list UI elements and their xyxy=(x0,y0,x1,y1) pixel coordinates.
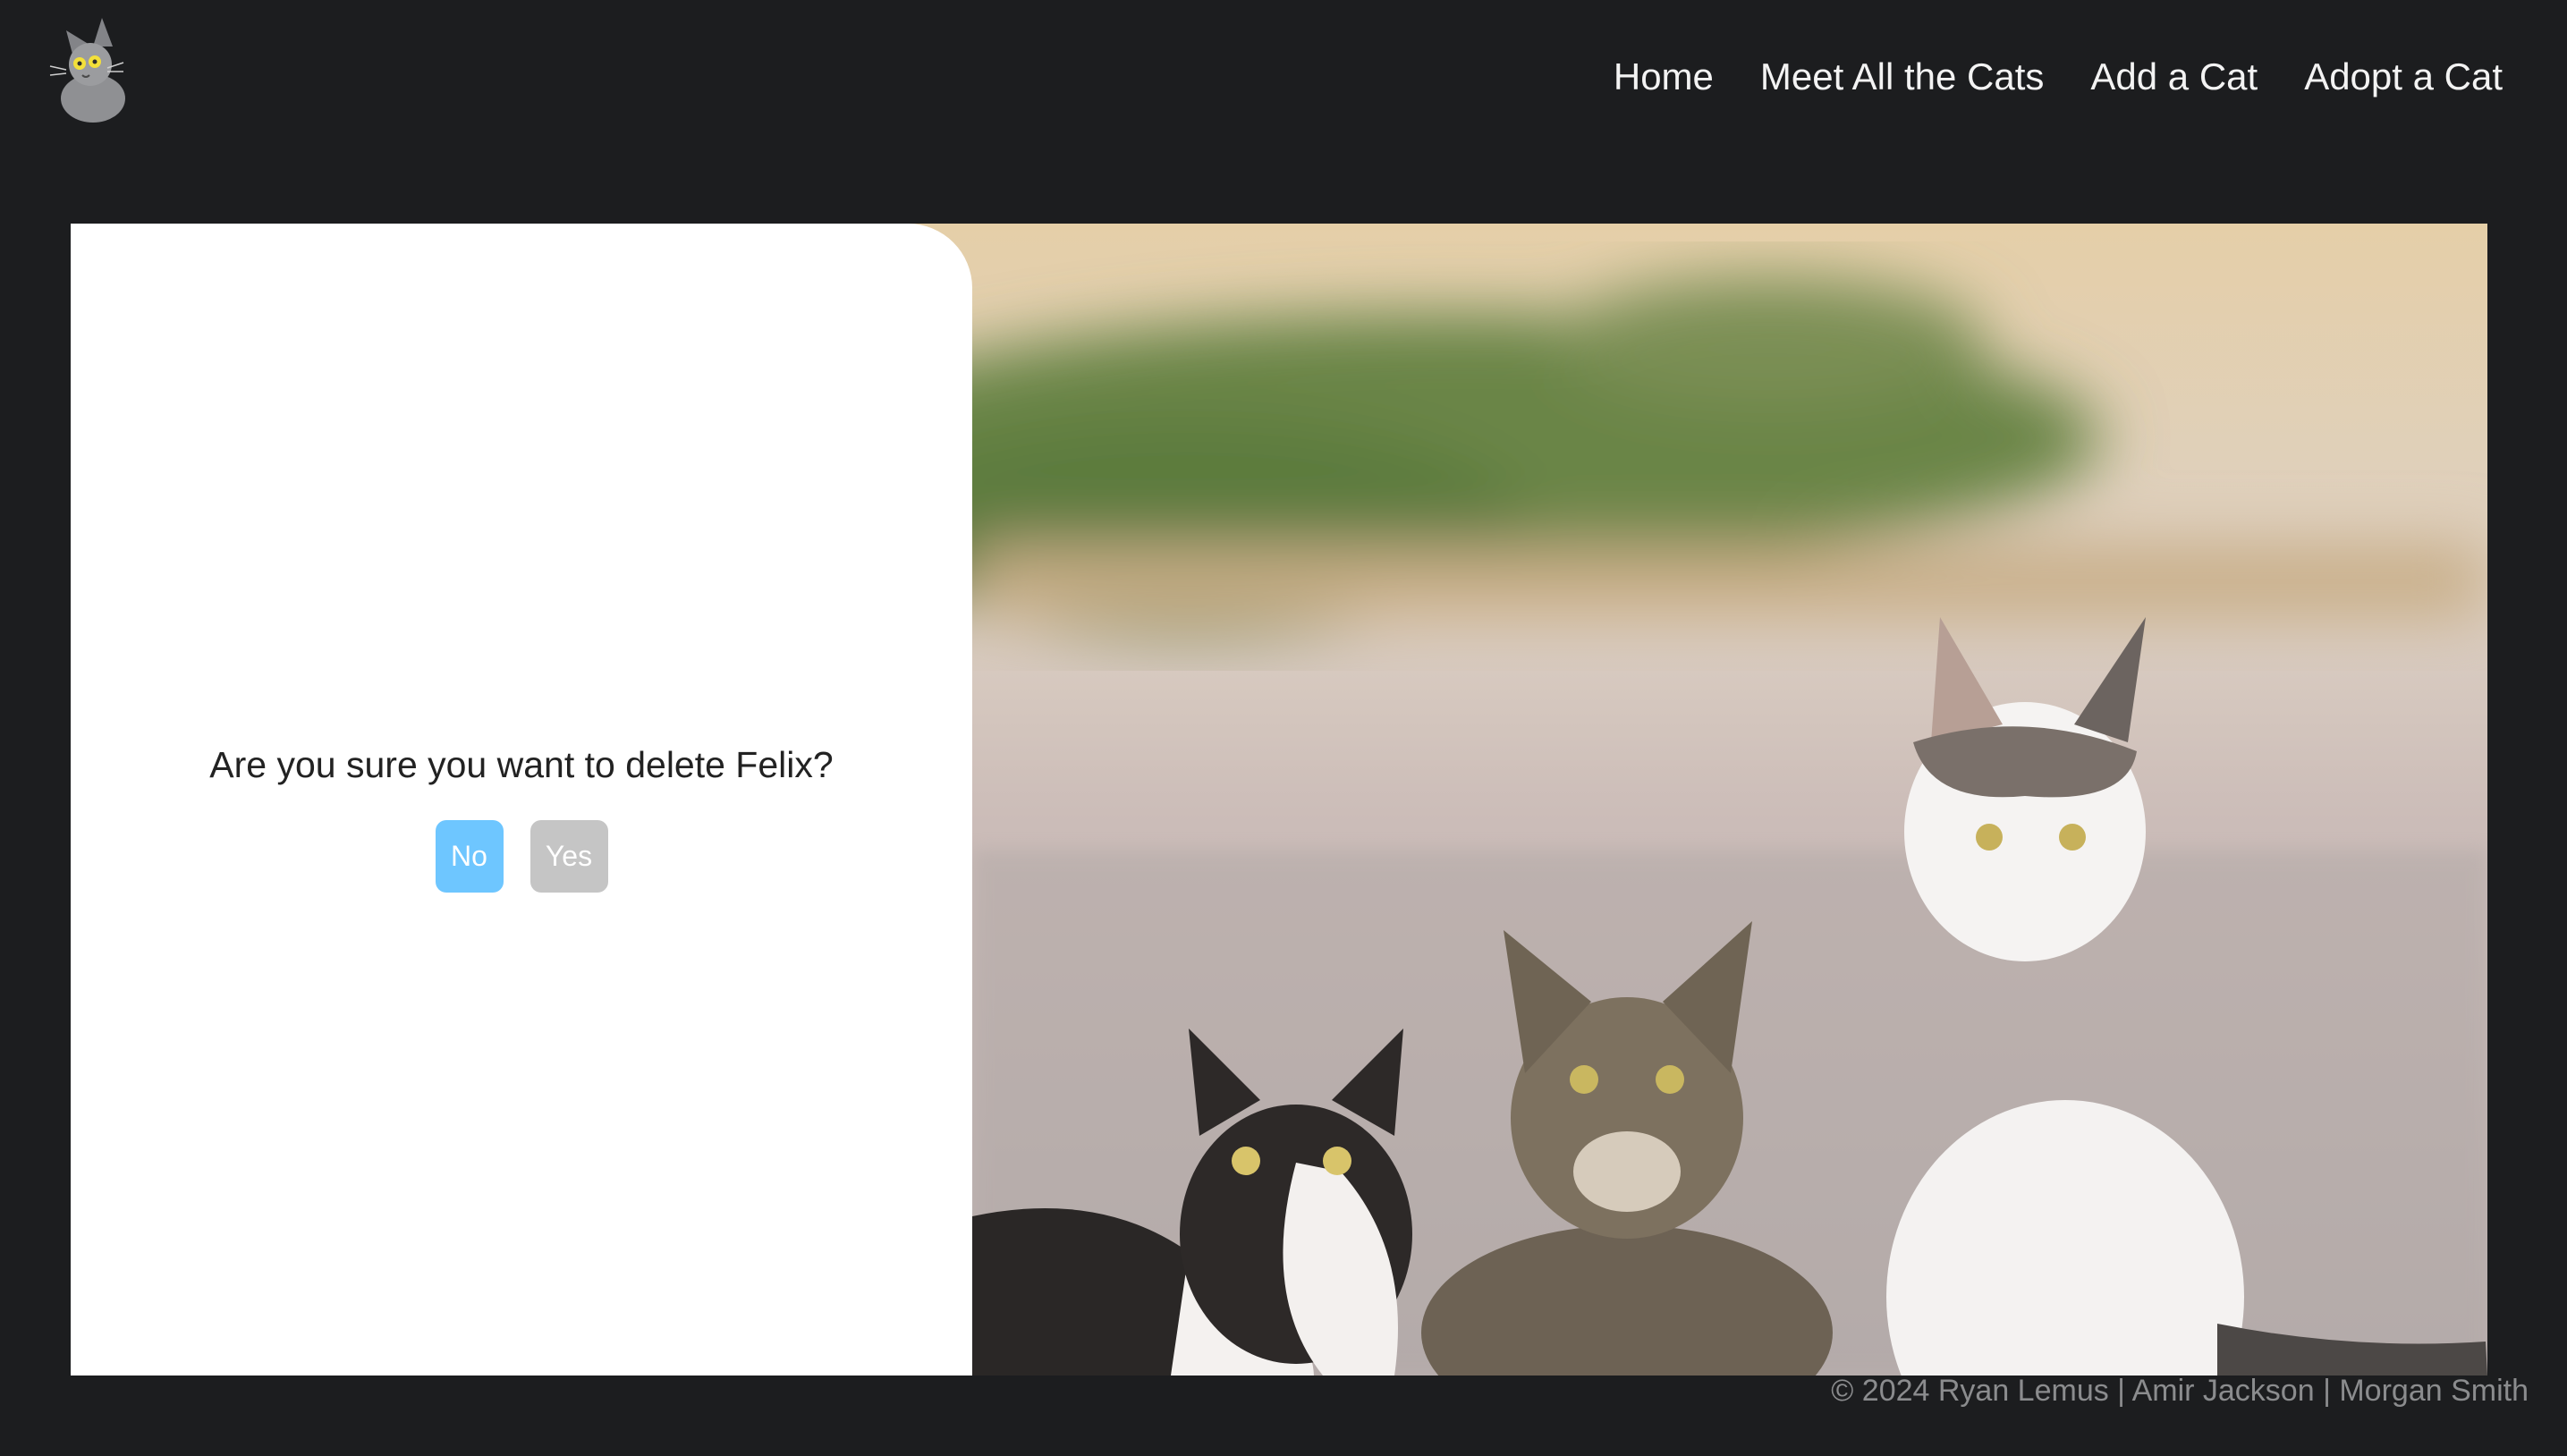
nav-meet-cats-link[interactable]: Meet All the Cats xyxy=(1760,50,2044,104)
nav-add-cat-link[interactable]: Add a Cat xyxy=(2090,50,2258,104)
cat-logo-icon[interactable] xyxy=(41,13,134,123)
delete-confirm-message: Are you sure you want to delete Felix? xyxy=(209,744,834,785)
no-button[interactable]: No xyxy=(435,820,504,893)
delete-confirm-card: Are you sure you want to delete Felix? N… xyxy=(71,224,972,1376)
main-panel: Are you sure you want to delete Felix? N… xyxy=(71,224,2487,1376)
main-nav: Home Meet All the Cats Add a Cat Adopt a… xyxy=(1614,50,2503,104)
nav-adopt-cat-link[interactable]: Adopt a Cat xyxy=(2304,50,2503,104)
nav-home-link[interactable]: Home xyxy=(1614,50,1714,104)
confirm-button-row: No Yes xyxy=(71,820,972,893)
navbar: Home Meet All the Cats Add a Cat Adopt a… xyxy=(0,0,2567,152)
yes-button[interactable]: Yes xyxy=(529,820,608,893)
footer-credits: © 2024 Ryan Lemus | Amir Jackson | Morga… xyxy=(1831,1374,2529,1408)
